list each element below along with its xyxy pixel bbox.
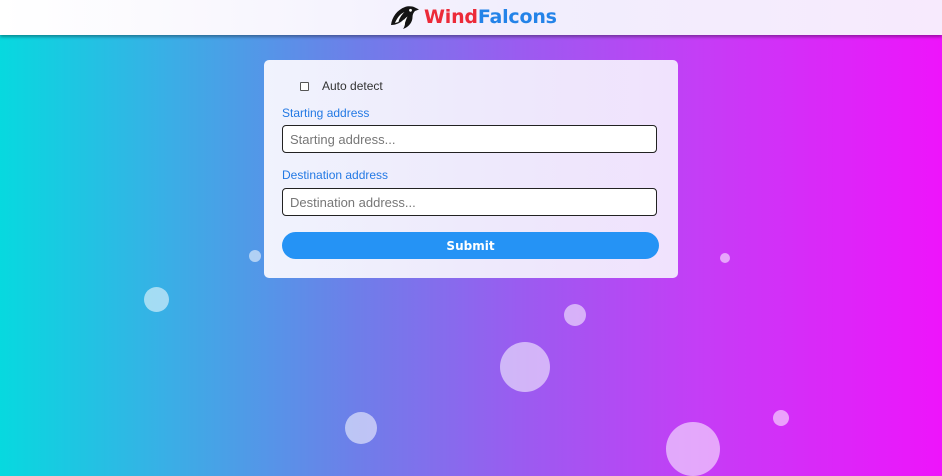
destination-address-input[interactable] bbox=[282, 188, 657, 216]
auto-detect-label: Auto detect bbox=[322, 79, 383, 93]
decorative-bubble bbox=[249, 250, 261, 262]
decorative-bubble bbox=[720, 253, 730, 263]
brand-name-falcons: Falcons bbox=[477, 6, 557, 28]
decorative-bubble bbox=[500, 342, 550, 392]
submit-button[interactable]: Submit bbox=[282, 232, 659, 259]
top-header: WindFalcons bbox=[0, 0, 942, 35]
decorative-bubble bbox=[666, 422, 720, 476]
decorative-bubble bbox=[564, 304, 586, 326]
falcon-head-icon bbox=[391, 6, 419, 29]
brand-name: WindFalcons bbox=[424, 6, 557, 28]
auto-detect-checkbox[interactable] bbox=[300, 81, 309, 91]
decorative-bubble bbox=[144, 287, 169, 312]
auto-detect-row: Auto detect bbox=[300, 79, 383, 93]
brand-name-wind: Wind bbox=[424, 6, 478, 28]
starting-address-input[interactable] bbox=[282, 125, 657, 153]
starting-address-label: Starting address bbox=[282, 106, 370, 120]
route-form-card: Auto detect Starting address Destination… bbox=[264, 60, 678, 278]
destination-address-label: Destination address bbox=[282, 168, 389, 182]
brand-logo-link[interactable]: WindFalcons bbox=[388, 3, 557, 31]
decorative-bubble bbox=[345, 412, 377, 444]
decorative-bubble bbox=[773, 410, 789, 426]
